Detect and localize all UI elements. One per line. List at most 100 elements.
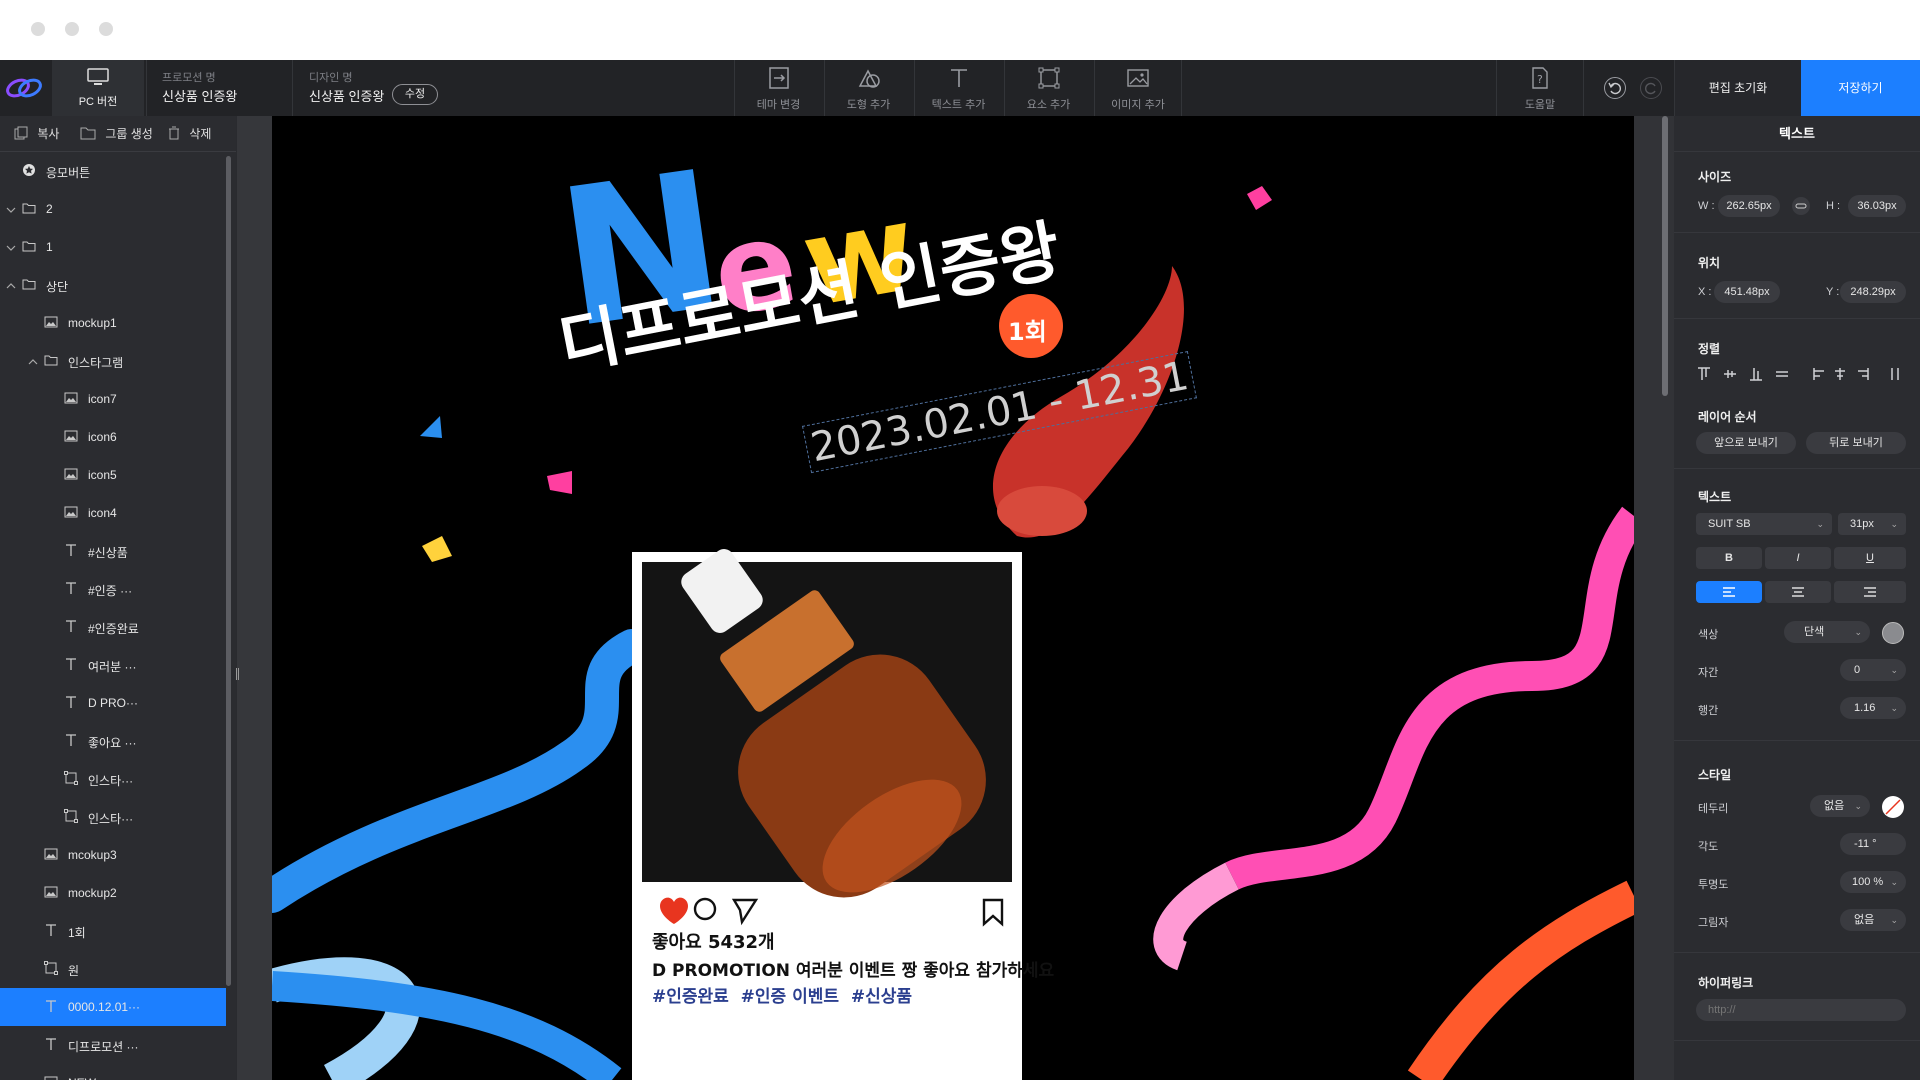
layer-item-label: icon7: [88, 392, 117, 406]
image-icon: [64, 429, 78, 443]
help-label: 도움말: [1524, 99, 1556, 111]
layer-item[interactable]: 원: [0, 950, 226, 988]
layer-item[interactable]: 디프로모션 ···: [0, 1026, 226, 1064]
canvas-scrollbar[interactable]: [1662, 116, 1668, 396]
layer-item[interactable]: D PRO···: [0, 684, 226, 722]
window-maximize-dot[interactable]: [99, 22, 113, 36]
add-image-button[interactable]: 이미지 추가: [1094, 60, 1182, 116]
app-logo-icon[interactable]: [4, 72, 44, 104]
layer-item[interactable]: 인스타···: [0, 798, 226, 836]
layer-item[interactable]: mockup2: [0, 874, 226, 912]
height-input[interactable]: 36.03px: [1848, 195, 1906, 217]
design-edit-button[interactable]: 수정: [392, 84, 438, 105]
align-middle-icon: [1724, 370, 1736, 378]
copy-button[interactable]: 복사: [14, 116, 59, 152]
font-family-select[interactable]: SUIT SB ⌄: [1696, 513, 1832, 535]
panel-resize-handle[interactable]: [236, 116, 272, 1080]
add-shape-button[interactable]: 도형 추가: [824, 60, 912, 116]
layer-item[interactable]: 좋아요 ···: [0, 722, 226, 760]
layer-item[interactable]: 0000.12.01···: [0, 988, 226, 1026]
letter-spacing-select[interactable]: 0 ⌄: [1840, 659, 1906, 681]
post-caption[interactable]: D PROMOTION 여러분 이벤트 짱 좋아요 참가하세요: [652, 956, 1054, 981]
copy-label: 복사: [37, 127, 60, 141]
italic-button[interactable]: I: [1765, 547, 1831, 569]
layer-item[interactable]: icon5: [0, 456, 226, 494]
layer-item[interactable]: #인증완료: [0, 608, 226, 646]
align-tools[interactable]: [1696, 366, 1906, 382]
line-height-select[interactable]: 1.16 ⌄: [1840, 697, 1906, 719]
theme-change-button[interactable]: 테마 변경: [734, 60, 822, 116]
link-ratio-icon[interactable]: [1792, 197, 1810, 215]
layer-item-label: 0000.12.01···: [68, 1000, 141, 1014]
layer-item[interactable]: 1: [0, 228, 226, 266]
chevron-down-icon[interactable]: [6, 203, 16, 217]
layer-item[interactable]: NEW: [0, 1064, 226, 1080]
save-button[interactable]: 저장하기: [1801, 60, 1920, 116]
font-size-select[interactable]: 31px ⌄: [1838, 513, 1906, 535]
layer-item[interactable]: mcokup3: [0, 836, 226, 874]
bold-button[interactable]: B: [1696, 547, 1762, 569]
design-artboard[interactable]: N e w 디프로모션 인증왕 2023.02.01 - 12.31 1회 좋아…: [272, 116, 1634, 1080]
trash-icon: [169, 126, 179, 140]
width-input[interactable]: 262.65px: [1718, 195, 1780, 217]
post-likes[interactable]: 좋아요 5432개: [652, 928, 775, 954]
send-backward-button[interactable]: 뒤로 보내기: [1806, 432, 1906, 454]
layer-item[interactable]: 2: [0, 190, 226, 228]
layer-item[interactable]: #인증 ···: [0, 570, 226, 608]
shadow-select[interactable]: 없음 ⌄: [1840, 909, 1906, 931]
layer-item[interactable]: icon6: [0, 418, 226, 456]
layer-item[interactable]: 1회: [0, 912, 226, 950]
opacity-select[interactable]: 100 % ⌄: [1840, 871, 1906, 893]
text-title: 텍스트: [1698, 490, 1732, 504]
text-align-right-button[interactable]: [1834, 581, 1906, 603]
x-input[interactable]: 451.48px: [1714, 281, 1780, 303]
y-input[interactable]: 248.29px: [1840, 281, 1906, 303]
border-color-swatch[interactable]: [1882, 796, 1904, 818]
redo-button[interactable]: [1640, 77, 1662, 99]
reset-edit-button[interactable]: 편집 초기화: [1675, 60, 1801, 116]
text-icon: [64, 695, 78, 709]
layer-item[interactable]: 인스타그램: [0, 342, 226, 380]
color-swatch[interactable]: [1882, 622, 1904, 644]
post-hashtags[interactable]: #인증완료 #인증 이벤트 #신상품: [652, 982, 912, 1007]
layer-item[interactable]: 상단: [0, 266, 226, 304]
chevron-up-icon[interactable]: [28, 355, 38, 369]
distribute-vertical-icon: [1776, 371, 1788, 377]
folder-icon: [44, 353, 58, 367]
add-element-button[interactable]: 요소 추가: [1004, 60, 1092, 116]
copy-icon: [14, 126, 28, 140]
star-icon: [22, 163, 36, 177]
bring-forward-button[interactable]: 앞으로 보내기: [1696, 432, 1796, 454]
chevron-up-icon[interactable]: [6, 279, 16, 293]
align-left-icon: [1813, 368, 1824, 380]
window-minimize-dot[interactable]: [65, 22, 79, 36]
chevron-down-icon[interactable]: [6, 241, 16, 255]
undo-button[interactable]: [1604, 77, 1626, 99]
pc-version-button[interactable]: PC 버전: [52, 60, 144, 116]
layer-item-label: 원: [68, 964, 80, 978]
layer-item-label: 1회: [68, 926, 86, 940]
text-align-center-button[interactable]: [1765, 581, 1831, 603]
layer-item[interactable]: icon4: [0, 494, 226, 532]
group-create-button[interactable]: 그룹 생성: [80, 116, 153, 152]
layer-item[interactable]: icon7: [0, 380, 226, 418]
layer-list-scrollbar[interactable]: [226, 156, 231, 986]
text-align-left-button[interactable]: [1696, 581, 1762, 603]
layer-item[interactable]: mockup1: [0, 304, 226, 342]
hyperlink-input[interactable]: [1696, 999, 1906, 1021]
underline-button[interactable]: U: [1834, 547, 1906, 569]
window-close-dot[interactable]: [31, 22, 45, 36]
add-text-button[interactable]: 텍스트 추가: [914, 60, 1002, 116]
hyperlink-title: 하이퍼링크: [1698, 976, 1754, 990]
badge-text[interactable]: 1회: [1008, 312, 1047, 347]
color-mode-select[interactable]: 단색 ⌄: [1784, 621, 1870, 643]
layer-item[interactable]: 응모버튼: [0, 152, 226, 190]
svg-text:?: ?: [1537, 73, 1543, 86]
layer-item[interactable]: #신상품: [0, 532, 226, 570]
layer-item[interactable]: 인스타···: [0, 760, 226, 798]
border-select[interactable]: 없음 ⌄: [1810, 795, 1870, 817]
help-button[interactable]: ? 도움말: [1496, 60, 1584, 116]
delete-button[interactable]: 삭제: [168, 116, 211, 152]
angle-input[interactable]: -11 °: [1840, 833, 1906, 855]
layer-item[interactable]: 여러분 ···: [0, 646, 226, 684]
